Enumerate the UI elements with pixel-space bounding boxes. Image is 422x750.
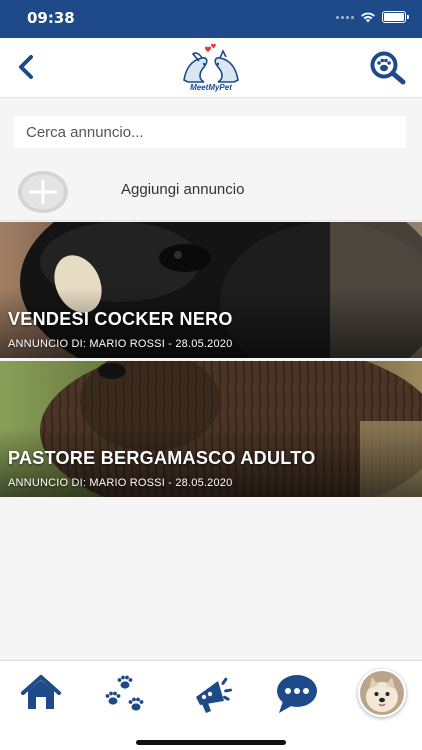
listing-title: VENDESI COCKER NERO xyxy=(8,309,233,329)
home-indicator xyxy=(136,740,286,745)
search-input[interactable] xyxy=(14,116,406,148)
profile-avatar[interactable] xyxy=(358,669,406,717)
dog-avatar-photo xyxy=(360,671,404,715)
divider xyxy=(0,220,422,221)
meetmypet-logo: MeetMyPet xyxy=(178,42,244,94)
add-announcement-label: Aggiungi annuncio xyxy=(121,181,245,198)
home-icon[interactable] xyxy=(19,671,63,715)
wifi-icon xyxy=(361,12,375,23)
chat-bubble-icon[interactable] xyxy=(275,671,319,715)
app-screen: 09:38 MeetMyPet Cerca annuncio... Aggiun… xyxy=(0,0,422,750)
paw-search-icon[interactable] xyxy=(368,50,408,86)
megaphone-icon[interactable] xyxy=(190,671,234,715)
paw-prints-icon[interactable] xyxy=(103,671,147,715)
listing-title: PASTORE BERGAMASCO ADULTO xyxy=(8,448,316,468)
listing-meta: ANNUNCIO DI: MARIO ROSSI - 28.05.2020 xyxy=(8,338,233,350)
plus-circle-icon xyxy=(18,171,68,213)
bottom-tab-bar xyxy=(0,660,422,750)
status-bar: 09:38 xyxy=(0,0,422,38)
listing-card[interactable]: PASTORE BERGAMASCO ADULTO ANNUNCIO DI: M… xyxy=(0,361,422,497)
app-header: MeetMyPet xyxy=(0,38,422,98)
battery-icon xyxy=(382,11,409,23)
status-icons xyxy=(336,11,409,23)
status-time: 09:38 xyxy=(27,9,75,27)
add-announcement-button[interactable]: Aggiungi annuncio xyxy=(0,166,422,218)
listing-card[interactable]: VENDESI COCKER NERO ANNUNCIO DI: MARIO R… xyxy=(0,222,422,358)
cellular-signal-icon xyxy=(336,15,354,19)
listing-meta: ANNUNCIO DI: MARIO ROSSI - 28.05.2020 xyxy=(8,477,233,489)
back-chevron-icon[interactable] xyxy=(12,52,40,82)
search-field-container xyxy=(14,116,406,148)
logo-wordmark: MeetMyPet xyxy=(190,83,232,92)
logo-graphic xyxy=(183,43,239,83)
